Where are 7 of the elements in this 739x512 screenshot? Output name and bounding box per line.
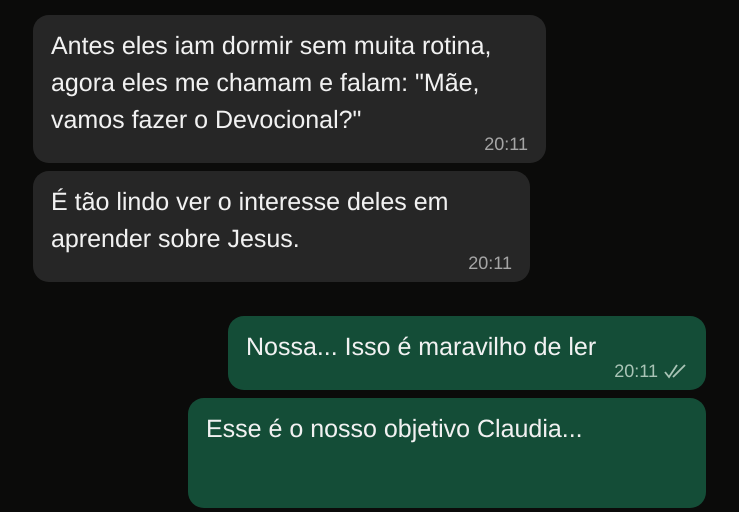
message-time: 20:11 [468, 252, 512, 274]
message-text: Esse é o nosso objetivo Claudia... [206, 414, 584, 445]
message-time: 20:11 [484, 133, 528, 155]
message-text: Nossa... Isso é maravilho de ler [246, 332, 598, 363]
message-text: É tão lindo ver o interesse deles em aprender sobre Jesus. [51, 187, 450, 255]
message-text: Antes eles iam dormir sem muita rotina, agora eles me chamam e falam: "Mãe, vamos fazer o Devocional?" [51, 31, 492, 136]
message-time: 20:11 [614, 360, 658, 382]
